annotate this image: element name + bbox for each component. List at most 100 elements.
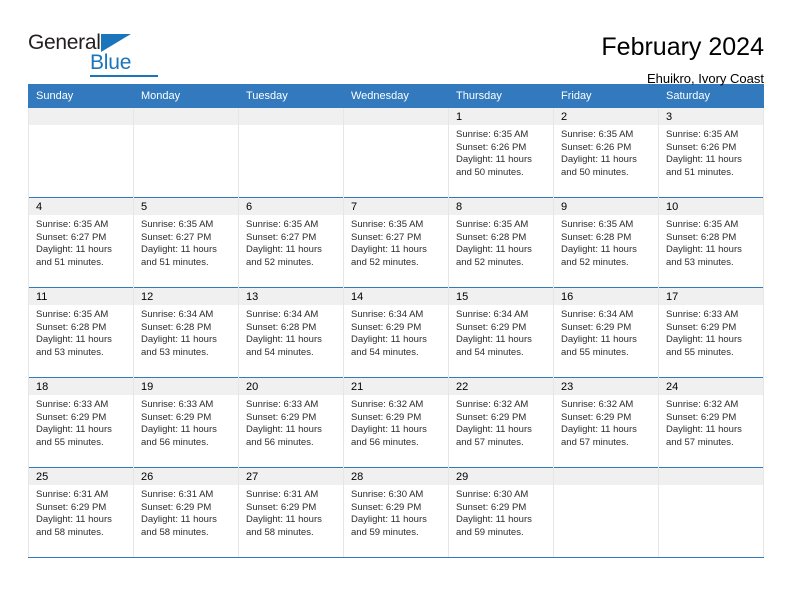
calendar-day-cell[interactable]: 2 Sunrise: 6:35 AM Sunset: 6:26 PM Daylight…	[553, 107, 659, 198]
title-block: February 2024 Ehuikro, Ivory Coast	[601, 32, 764, 85]
calendar-day-cell[interactable]: 1 Sunrise: 6:35 AM Sunset: 6:26 PM Daylight…	[448, 107, 554, 198]
weekday-header-sunday: Sunday	[28, 84, 134, 108]
day-detail-sunset: Sunset: 6:29 PM	[456, 411, 527, 423]
day-number: 22	[449, 378, 553, 395]
day-detail-sunrise: Sunrise: 6:35 AM	[561, 129, 634, 140]
day-cell-inner: 14 Sunrise: 6:34 AM Sunset: 6:29 PM Dayligh…	[344, 288, 448, 377]
day-details: Sunrise: 6:34 AM Sunset: 6:28 PM Daylight:…	[239, 305, 343, 359]
day-detail-sunrise: Sunrise: 6:33 AM	[36, 399, 109, 410]
day-detail-daylight2: and 53 minutes.	[141, 346, 209, 358]
day-detail-daylight2: and 56 minutes.	[351, 436, 419, 448]
calendar-day-cell[interactable]: 19 Sunrise: 6:33 AM Sunset: 6:29 PM Dayligh…	[133, 377, 239, 468]
day-detail-daylight1: Daylight: 11 hours	[666, 424, 742, 436]
day-cell-inner: 1 Sunrise: 6:35 AM Sunset: 6:26 PM Daylight…	[449, 108, 553, 197]
day-detail-sunrise: Sunrise: 6:35 AM	[561, 219, 634, 230]
day-detail-daylight1: Daylight: 11 hours	[141, 514, 217, 526]
day-detail-sunset: Sunset: 6:26 PM	[561, 141, 632, 153]
calendar-day-cell[interactable]: 11 Sunrise: 6:35 AM Sunset: 6:28 PM Dayligh…	[28, 287, 134, 378]
day-cell-inner	[659, 468, 763, 557]
day-detail-sunset: Sunset: 6:29 PM	[666, 411, 737, 423]
calendar-day-cell[interactable]: 27 Sunrise: 6:31 AM Sunset: 6:29 PM Dayligh…	[238, 467, 344, 558]
day-detail-daylight1: Daylight: 11 hours	[36, 424, 112, 436]
day-detail-sunset: Sunset: 6:29 PM	[36, 501, 107, 513]
day-detail-daylight2: and 51 minutes.	[141, 256, 209, 268]
day-detail-daylight2: and 51 minutes.	[36, 256, 104, 268]
day-detail-sunset: Sunset: 6:26 PM	[666, 141, 737, 153]
calendar-day-cell[interactable]: 29 Sunrise: 6:30 AM Sunset: 6:29 PM Dayligh…	[448, 467, 554, 558]
calendar-day-cell-empty	[658, 467, 764, 558]
calendar-day-cell[interactable]: 16 Sunrise: 6:34 AM Sunset: 6:29 PM Dayligh…	[553, 287, 659, 378]
calendar-day-cell[interactable]: 5 Sunrise: 6:35 AM Sunset: 6:27 PM Daylight…	[133, 197, 239, 288]
logo-text-blue: Blue	[90, 51, 132, 74]
calendar-day-cell[interactable]: 8 Sunrise: 6:35 AM Sunset: 6:28 PM Daylight…	[448, 197, 554, 288]
calendar-day-cell[interactable]: 9 Sunrise: 6:35 AM Sunset: 6:28 PM Daylight…	[553, 197, 659, 288]
day-detail-sunset: Sunset: 6:28 PM	[36, 321, 107, 333]
day-detail-daylight1: Daylight: 11 hours	[36, 334, 112, 346]
calendar-week-row: 1 Sunrise: 6:35 AM Sunset: 6:26 PM Daylight…	[28, 107, 764, 198]
day-cell-inner	[554, 468, 658, 557]
calendar-day-cell[interactable]: 15 Sunrise: 6:34 AM Sunset: 6:29 PM Dayligh…	[448, 287, 554, 378]
day-number: 9	[554, 198, 658, 215]
calendar-day-cell[interactable]: 6 Sunrise: 6:35 AM Sunset: 6:27 PM Daylight…	[238, 197, 344, 288]
day-detail-sunrise: Sunrise: 6:35 AM	[246, 219, 319, 230]
day-detail-daylight1: Daylight: 11 hours	[246, 334, 322, 346]
day-detail-sunset: Sunset: 6:27 PM	[246, 231, 317, 243]
calendar-day-cell[interactable]: 18 Sunrise: 6:33 AM Sunset: 6:29 PM Dayligh…	[28, 377, 134, 468]
day-detail-daylight2: and 50 minutes.	[456, 166, 524, 178]
calendar-day-cell[interactable]: 26 Sunrise: 6:31 AM Sunset: 6:29 PM Dayligh…	[133, 467, 239, 558]
calendar-day-cell[interactable]: 25 Sunrise: 6:31 AM Sunset: 6:29 PM Dayligh…	[28, 467, 134, 558]
day-details: Sunrise: 6:32 AM Sunset: 6:29 PM Daylight:…	[554, 395, 658, 449]
day-detail-sunset: Sunset: 6:29 PM	[561, 321, 632, 333]
calendar-day-cell[interactable]: 13 Sunrise: 6:34 AM Sunset: 6:28 PM Dayligh…	[238, 287, 344, 378]
day-cell-inner: 17 Sunrise: 6:33 AM Sunset: 6:29 PM Dayligh…	[659, 288, 763, 377]
day-cell-inner: 13 Sunrise: 6:34 AM Sunset: 6:28 PM Dayligh…	[239, 288, 343, 377]
general-blue-logo[interactable]: General Blue	[28, 32, 158, 82]
day-details	[659, 485, 763, 489]
calendar-day-cell[interactable]: 22 Sunrise: 6:32 AM Sunset: 6:29 PM Dayligh…	[448, 377, 554, 468]
day-detail-sunrise: Sunrise: 6:30 AM	[456, 489, 529, 500]
day-detail-daylight1: Daylight: 11 hours	[456, 244, 532, 256]
day-number: 20	[239, 378, 343, 395]
day-details: Sunrise: 6:35 AM Sunset: 6:26 PM Daylight:…	[554, 125, 658, 179]
day-detail-sunrise: Sunrise: 6:35 AM	[36, 309, 109, 320]
calendar-day-cell[interactable]: 7 Sunrise: 6:35 AM Sunset: 6:27 PM Daylight…	[343, 197, 449, 288]
day-detail-daylight2: and 57 minutes.	[456, 436, 524, 448]
day-details	[554, 485, 658, 489]
calendar-week-row: 25 Sunrise: 6:31 AM Sunset: 6:29 PM Dayligh…	[28, 467, 764, 558]
calendar-day-cell-empty	[238, 107, 344, 198]
calendar-day-cell[interactable]: 23 Sunrise: 6:32 AM Sunset: 6:29 PM Dayligh…	[553, 377, 659, 468]
day-detail-daylight1: Daylight: 11 hours	[351, 514, 427, 526]
day-detail-sunrise: Sunrise: 6:30 AM	[351, 489, 424, 500]
calendar-day-cell[interactable]: 20 Sunrise: 6:33 AM Sunset: 6:29 PM Dayligh…	[238, 377, 344, 468]
calendar-day-cell[interactable]: 21 Sunrise: 6:32 AM Sunset: 6:29 PM Dayligh…	[343, 377, 449, 468]
day-detail-daylight2: and 50 minutes.	[561, 166, 629, 178]
calendar-day-cell[interactable]: 12 Sunrise: 6:34 AM Sunset: 6:28 PM Dayligh…	[133, 287, 239, 378]
page-header: General Blue February 2024 Ehuikro, Ivor…	[28, 0, 764, 86]
day-number: 23	[554, 378, 658, 395]
day-detail-daylight2: and 57 minutes.	[561, 436, 629, 448]
day-detail-sunrise: Sunrise: 6:35 AM	[36, 219, 109, 230]
day-detail-daylight1: Daylight: 11 hours	[561, 334, 637, 346]
day-cell-inner: 4 Sunrise: 6:35 AM Sunset: 6:27 PM Daylight…	[29, 198, 133, 287]
day-detail-sunrise: Sunrise: 6:34 AM	[351, 309, 424, 320]
calendar-day-cell[interactable]: 4 Sunrise: 6:35 AM Sunset: 6:27 PM Daylight…	[28, 197, 134, 288]
calendar-day-cell[interactable]: 24 Sunrise: 6:32 AM Sunset: 6:29 PM Dayligh…	[658, 377, 764, 468]
day-detail-daylight2: and 52 minutes.	[456, 256, 524, 268]
day-detail-sunset: Sunset: 6:29 PM	[351, 321, 422, 333]
day-cell-inner: 20 Sunrise: 6:33 AM Sunset: 6:29 PM Dayligh…	[239, 378, 343, 467]
day-details	[134, 125, 238, 129]
calendar-day-cell[interactable]: 3 Sunrise: 6:35 AM Sunset: 6:26 PM Daylight…	[658, 107, 764, 198]
day-detail-daylight1: Daylight: 11 hours	[246, 424, 322, 436]
day-detail-daylight1: Daylight: 11 hours	[561, 244, 637, 256]
weekday-header-tuesday: Tuesday	[238, 84, 344, 108]
day-detail-daylight1: Daylight: 11 hours	[561, 154, 637, 166]
day-details: Sunrise: 6:34 AM Sunset: 6:29 PM Daylight:…	[344, 305, 448, 359]
day-detail-daylight2: and 55 minutes.	[666, 346, 734, 358]
day-detail-sunset: Sunset: 6:29 PM	[36, 411, 107, 423]
calendar-day-cell[interactable]: 28 Sunrise: 6:30 AM Sunset: 6:29 PM Dayligh…	[343, 467, 449, 558]
calendar-day-cell[interactable]: 17 Sunrise: 6:33 AM Sunset: 6:29 PM Dayligh…	[658, 287, 764, 378]
calendar-day-cell[interactable]: 10 Sunrise: 6:35 AM Sunset: 6:28 PM Dayligh…	[658, 197, 764, 288]
day-detail-sunrise: Sunrise: 6:32 AM	[351, 399, 424, 410]
calendar-day-cell[interactable]: 14 Sunrise: 6:34 AM Sunset: 6:29 PM Dayligh…	[343, 287, 449, 378]
day-details: Sunrise: 6:32 AM Sunset: 6:29 PM Daylight:…	[659, 395, 763, 449]
